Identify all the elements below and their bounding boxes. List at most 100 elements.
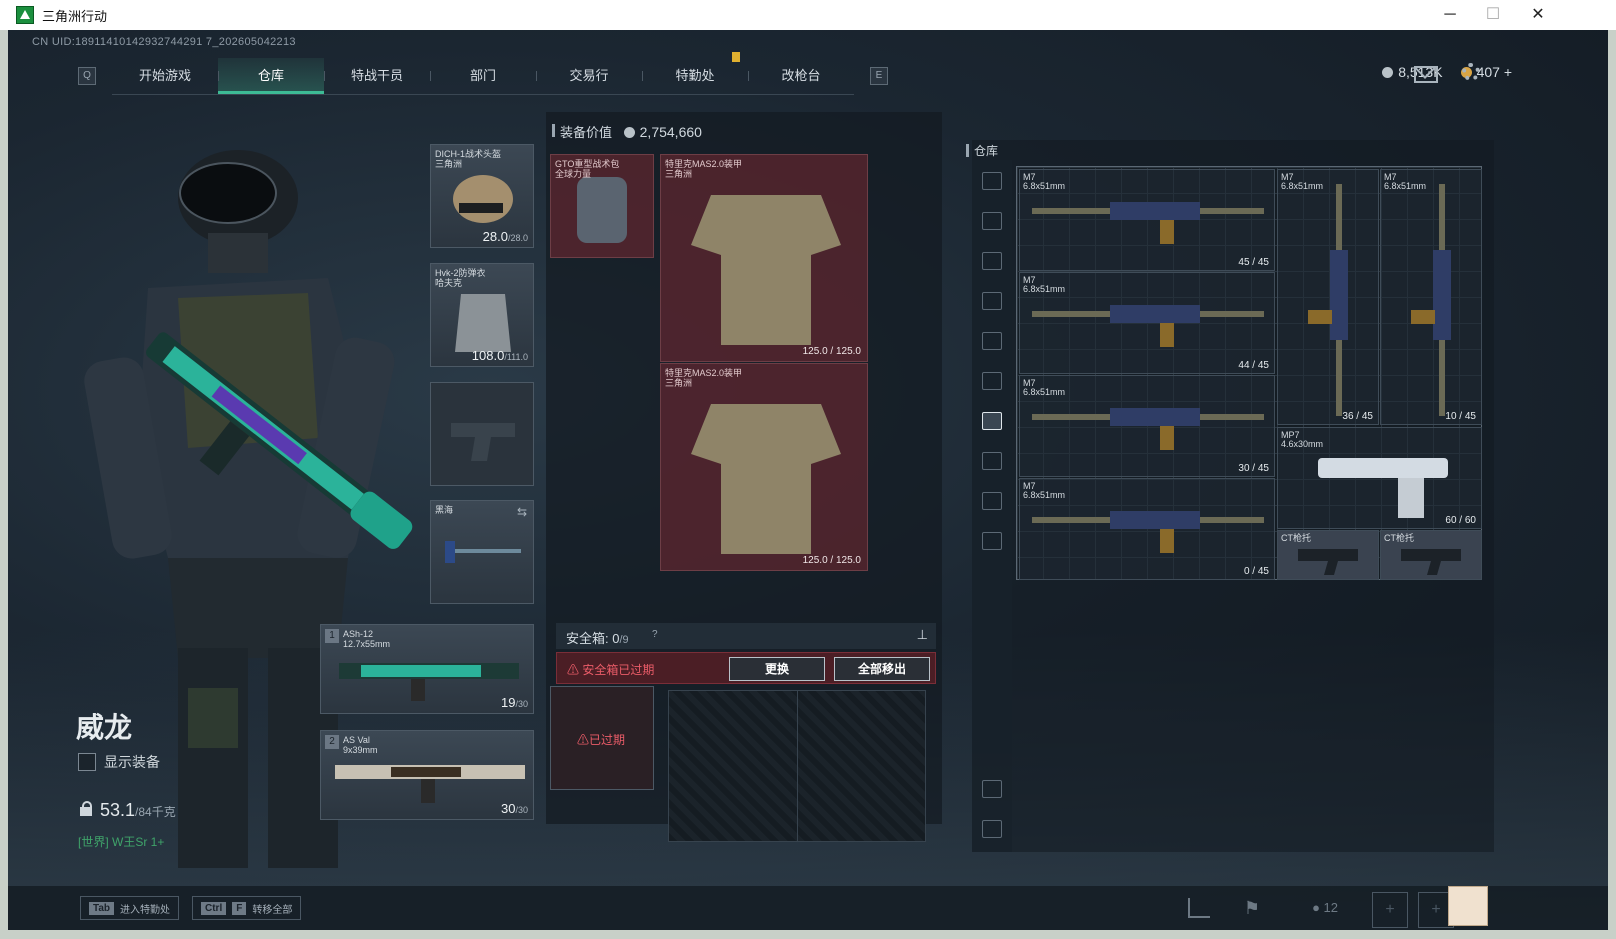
tab-1[interactable]: 仓库: [218, 57, 324, 94]
transfer-all-hint[interactable]: Ctrl F 转移全部: [192, 896, 302, 920]
storage-category-icon[interactable]: [982, 252, 1002, 270]
settings-gear-icon[interactable]: [1462, 63, 1480, 81]
main-nav: Q 开始游戏 仓库 特战干员 部门 交易行 特勤处 改枪台 E: [78, 57, 888, 95]
item-ammo: 44 / 45: [1238, 360, 1269, 371]
helmet-name: DICH-1战术头盔 三角洲: [435, 149, 502, 169]
help-icon[interactable]: ?: [652, 629, 658, 640]
storage-item[interactable]: MP7 4.6x30mm 60 / 60: [1277, 427, 1482, 529]
armor-2-name: 特里克MAS2.0装甲 三角洲: [665, 368, 743, 388]
silver-coin-icon: [1382, 67, 1394, 78]
pin-icon[interactable]: ⊥: [917, 627, 928, 643]
show-equipment-checkbox[interactable]: [78, 753, 96, 771]
storage-item[interactable]: M7 6.8x51mm 30 / 45: [1019, 375, 1275, 477]
maximize-button[interactable]: ☐: [1473, 4, 1513, 26]
storage-category-icon[interactable]: [982, 212, 1002, 230]
app-logo-icon: [16, 6, 34, 24]
replace-button[interactable]: 更换: [729, 657, 825, 681]
value-coin-icon: [623, 127, 635, 138]
swap-icon[interactable]: ⇆: [517, 505, 527, 519]
item-ammo: 45 / 45: [1238, 257, 1269, 268]
storage-sort-icon[interactable]: [982, 820, 1002, 838]
item-ammo: 0 / 45: [1243, 566, 1269, 577]
tab-0[interactable]: 开始游戏: [112, 58, 218, 94]
armor-durability: 108.0/111.0: [471, 348, 528, 363]
armor-item-2[interactable]: 特里克MAS2.0装甲 三角洲 125.0 / 125.0: [660, 363, 868, 571]
storage-category-icon[interactable]: [982, 452, 1002, 470]
armor-name: Hvk-2防弹衣 哈夫克: [435, 268, 486, 288]
show-equipment-toggle[interactable]: 显示装备: [78, 752, 160, 772]
tab-6[interactable]: 改枪台: [748, 58, 854, 94]
notification-badge: [732, 52, 740, 62]
rifle-vertical-image: [1308, 184, 1348, 416]
close-button[interactable]: ✕: [1518, 4, 1558, 26]
item-ammo: 10 / 45: [1445, 411, 1476, 422]
nav-next-key[interactable]: E: [870, 67, 888, 85]
safebox-item-status: ⚠已过期: [577, 733, 626, 747]
armor-2-durability: 125.0 / 125.0: [802, 555, 861, 566]
tab-4[interactable]: 交易行: [536, 58, 642, 94]
tab-5[interactable]: 特勤处: [642, 58, 748, 94]
stats-icon[interactable]: [1188, 898, 1210, 918]
mail-icon[interactable]: [1414, 66, 1438, 83]
storage-category-icon[interactable]: [982, 532, 1002, 550]
storage-item[interactable]: M7 6.8x51mm 10 / 45: [1380, 169, 1482, 425]
storage-item[interactable]: CT枪托: [1277, 530, 1379, 580]
storage-category-icon[interactable]: [982, 172, 1002, 190]
storage-category-icon[interactable]: [982, 332, 1002, 350]
armor-slot[interactable]: Hvk-2防弹衣 哈夫克 108.0/111.0: [430, 263, 534, 367]
friends-count[interactable]: ● 12: [1312, 900, 1338, 915]
storage-category-icon[interactable]: [982, 372, 1002, 390]
show-equipment-label: 显示装备: [104, 754, 160, 770]
world-chat-line[interactable]: [世界] W王Sr 1+: [78, 833, 164, 850]
storage-item[interactable]: CT枪托: [1380, 530, 1482, 580]
storage-item[interactable]: M7 6.8x51mm 0 / 45: [1019, 478, 1275, 580]
primary-weapon-slot[interactable]: 1 ASh-12 12.7x55mm 19/30: [320, 624, 534, 714]
tab-3[interactable]: 部门: [430, 58, 536, 94]
storage-grid[interactable]: M7 6.8x51mm 45 / 45 M7 6.8x51mm 44 / 45 …: [1016, 166, 1482, 580]
minimize-button[interactable]: ─: [1430, 4, 1470, 26]
safebox-expired-warning: ⚠ 安全箱已过期: [567, 663, 655, 677]
storage-layers-icon[interactable]: [982, 780, 1002, 798]
safebox-item[interactable]: ⚠已过期: [550, 686, 654, 790]
item-name: M7 6.8x51mm: [1023, 275, 1066, 294]
pistol-placeholder-icon: [451, 423, 515, 461]
storage-item[interactable]: M7 6.8x51mm 36 / 45: [1277, 169, 1379, 425]
storage-category-icon[interactable]: [982, 412, 1002, 430]
storage-category-icon[interactable]: [982, 492, 1002, 510]
storage-item[interactable]: M7 6.8x51mm 45 / 45: [1019, 169, 1275, 271]
armor-2-image: [691, 404, 841, 554]
player-uid: CN UID:18911410142932744291 7_2026050422…: [32, 36, 296, 48]
pistol-slot-empty[interactable]: [430, 382, 534, 486]
add-teammate-button[interactable]: +: [1372, 892, 1408, 928]
primary-weapon-name: ASh-12 12.7x55mm: [343, 629, 391, 649]
backpack-name: GTO重型战术包 全球力量: [555, 159, 620, 179]
secondary-weapon-slot[interactable]: 2 AS Val 9x39mm 30/30: [320, 730, 534, 820]
armor-1-image: [691, 195, 841, 345]
enter-special-ops-hint[interactable]: Tab 进入特勤处: [80, 896, 180, 920]
safebox-header: 安全箱: 0/9 ? ⊥: [556, 623, 936, 649]
item-name: M7 6.8x51mm: [1384, 172, 1427, 191]
tab-2[interactable]: 特战干员: [324, 58, 430, 94]
backpack-item[interactable]: GTO重型战术包 全球力量: [550, 154, 654, 258]
armor-item-1[interactable]: 特里克MAS2.0装甲 三角洲 125.0 / 125.0: [660, 154, 868, 362]
storage-item[interactable]: M7 6.8x51mm 44 / 45: [1019, 272, 1275, 374]
helmet-durability: 28.0/28.0: [482, 229, 528, 244]
primary-weapon-ammo: 19/30: [501, 695, 528, 710]
nav-prev-key[interactable]: Q: [78, 67, 96, 85]
item-ammo: 30 / 45: [1238, 463, 1269, 474]
flag-icon[interactable]: ⚑: [1244, 898, 1260, 919]
game-viewport: CN UID:18911410142932744291 7_2026050422…: [8, 30, 1608, 930]
safebox-count: 安全箱: 0/9: [566, 631, 629, 646]
item-name: M7 6.8x51mm: [1023, 481, 1066, 500]
storage-category-icon[interactable]: [982, 292, 1002, 310]
player-avatar[interactable]: [1448, 886, 1488, 926]
slot-number-2: 2: [325, 735, 339, 749]
move-all-out-button[interactable]: 全部移出: [834, 657, 930, 681]
safebox-grid[interactable]: [668, 690, 926, 842]
item-name: CT枪托: [1281, 533, 1311, 543]
helmet-slot[interactable]: DICH-1战术头盔 三角洲 28.0/28.0: [430, 144, 534, 248]
melee-slot[interactable]: 黑海 ⇆: [430, 500, 534, 604]
window-titlebar: 三角洲行动 ─ ☐ ✕: [0, 0, 1616, 30]
secondary-weapon-name: AS Val 9x39mm: [343, 735, 378, 755]
armor-1-durability: 125.0 / 125.0: [802, 346, 861, 357]
